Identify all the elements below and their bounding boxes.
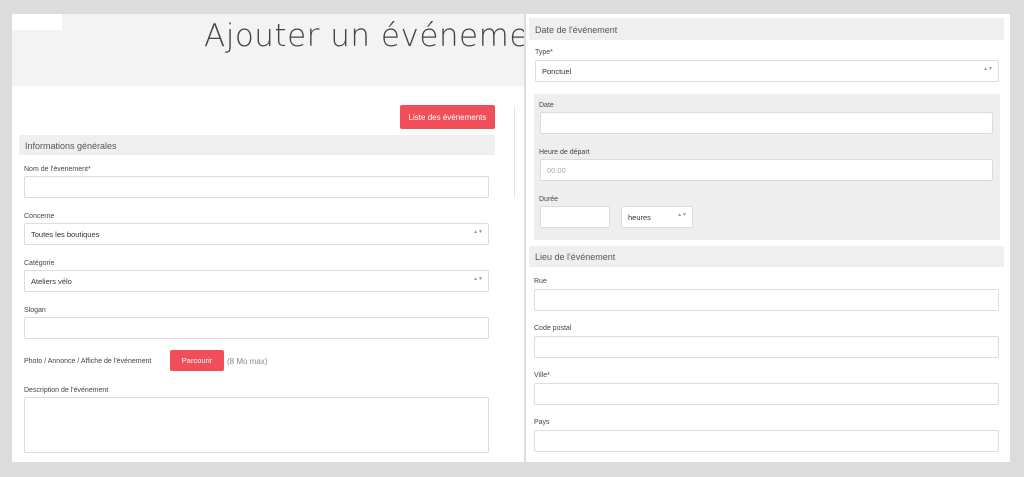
general-info-header: Informations générales	[19, 135, 495, 155]
place-header: Lieu de l'événement	[529, 246, 1004, 267]
type-value: Ponctuel	[542, 66, 572, 76]
event-name-label: Nom de l'évenement*	[24, 166, 91, 173]
page-header: Ajouter un événement	[12, 14, 524, 86]
concerne-label: Concerne	[24, 213, 55, 220]
chevron-updown-icon: ▲▼	[677, 212, 687, 218]
duration-label: Durée	[539, 196, 559, 203]
categorie-select[interactable]: Ateliers vélo ▲▼	[24, 270, 489, 292]
browse-button[interactable]: Parcourir	[170, 350, 224, 371]
start-time-input[interactable]: 00:00	[540, 159, 993, 181]
duration-input[interactable]	[540, 206, 610, 228]
slogan-label: Slogan	[24, 307, 46, 314]
country-label: Pays	[534, 419, 550, 426]
concerne-select[interactable]: Toutes les boutiques ▲▼	[24, 223, 489, 245]
street-label: Rue	[534, 278, 547, 285]
type-label: Type*	[535, 49, 553, 56]
event-name-input[interactable]	[24, 176, 489, 198]
place-card: Lieu de l'événement Rue Code postal Vill…	[529, 246, 1004, 462]
type-select[interactable]: Ponctuel ▲▼	[535, 60, 999, 82]
chevron-updown-icon: ▲▼	[473, 276, 483, 282]
date-header: Date de l'événement	[529, 18, 1004, 40]
concerne-value: Toutes les boutiques	[31, 229, 100, 239]
date-label: Date	[539, 102, 554, 109]
size-hint: (8 Mo max)	[227, 357, 268, 366]
country-input[interactable]	[534, 430, 999, 452]
description-textarea[interactable]	[24, 397, 489, 453]
event-list-button[interactable]: Liste des événements	[400, 105, 495, 129]
right-panel: Date de l'événement Type* Ponctuel ▲▼ Da…	[526, 14, 1010, 462]
divider	[514, 106, 515, 198]
city-label: Ville*	[534, 372, 550, 379]
city-input[interactable]	[534, 383, 999, 405]
page-title: Ajouter un événement	[204, 18, 524, 54]
slogan-input[interactable]	[24, 317, 489, 339]
general-info-card: Informations générales Nom de l'évenemen…	[19, 135, 495, 462]
description-label: Description de l'événement	[24, 387, 109, 394]
chevron-updown-icon: ▲▼	[983, 66, 993, 72]
postal-code-label: Code postal	[534, 325, 572, 332]
street-input[interactable]	[534, 289, 999, 311]
duration-unit-select[interactable]: heures ▲▼	[621, 206, 693, 228]
start-time-label: Heure de départ	[539, 149, 590, 156]
chevron-updown-icon: ▲▼	[473, 229, 483, 235]
header-tab	[12, 14, 62, 30]
photo-label: Photo / Annonce / Affiche de l'événement	[24, 358, 152, 365]
categorie-value: Ateliers vélo	[31, 276, 72, 286]
date-input[interactable]	[540, 112, 993, 134]
start-time-placeholder: 00:00	[547, 165, 566, 175]
categorie-label: Catégorie	[24, 260, 55, 267]
left-panel: Ajouter un événement Liste des événement…	[12, 14, 524, 462]
duration-unit-value: heures	[628, 212, 651, 222]
postal-code-input[interactable]	[534, 336, 999, 358]
date-details-box: Date Heure de départ 00:00 Durée heures …	[534, 94, 1000, 240]
